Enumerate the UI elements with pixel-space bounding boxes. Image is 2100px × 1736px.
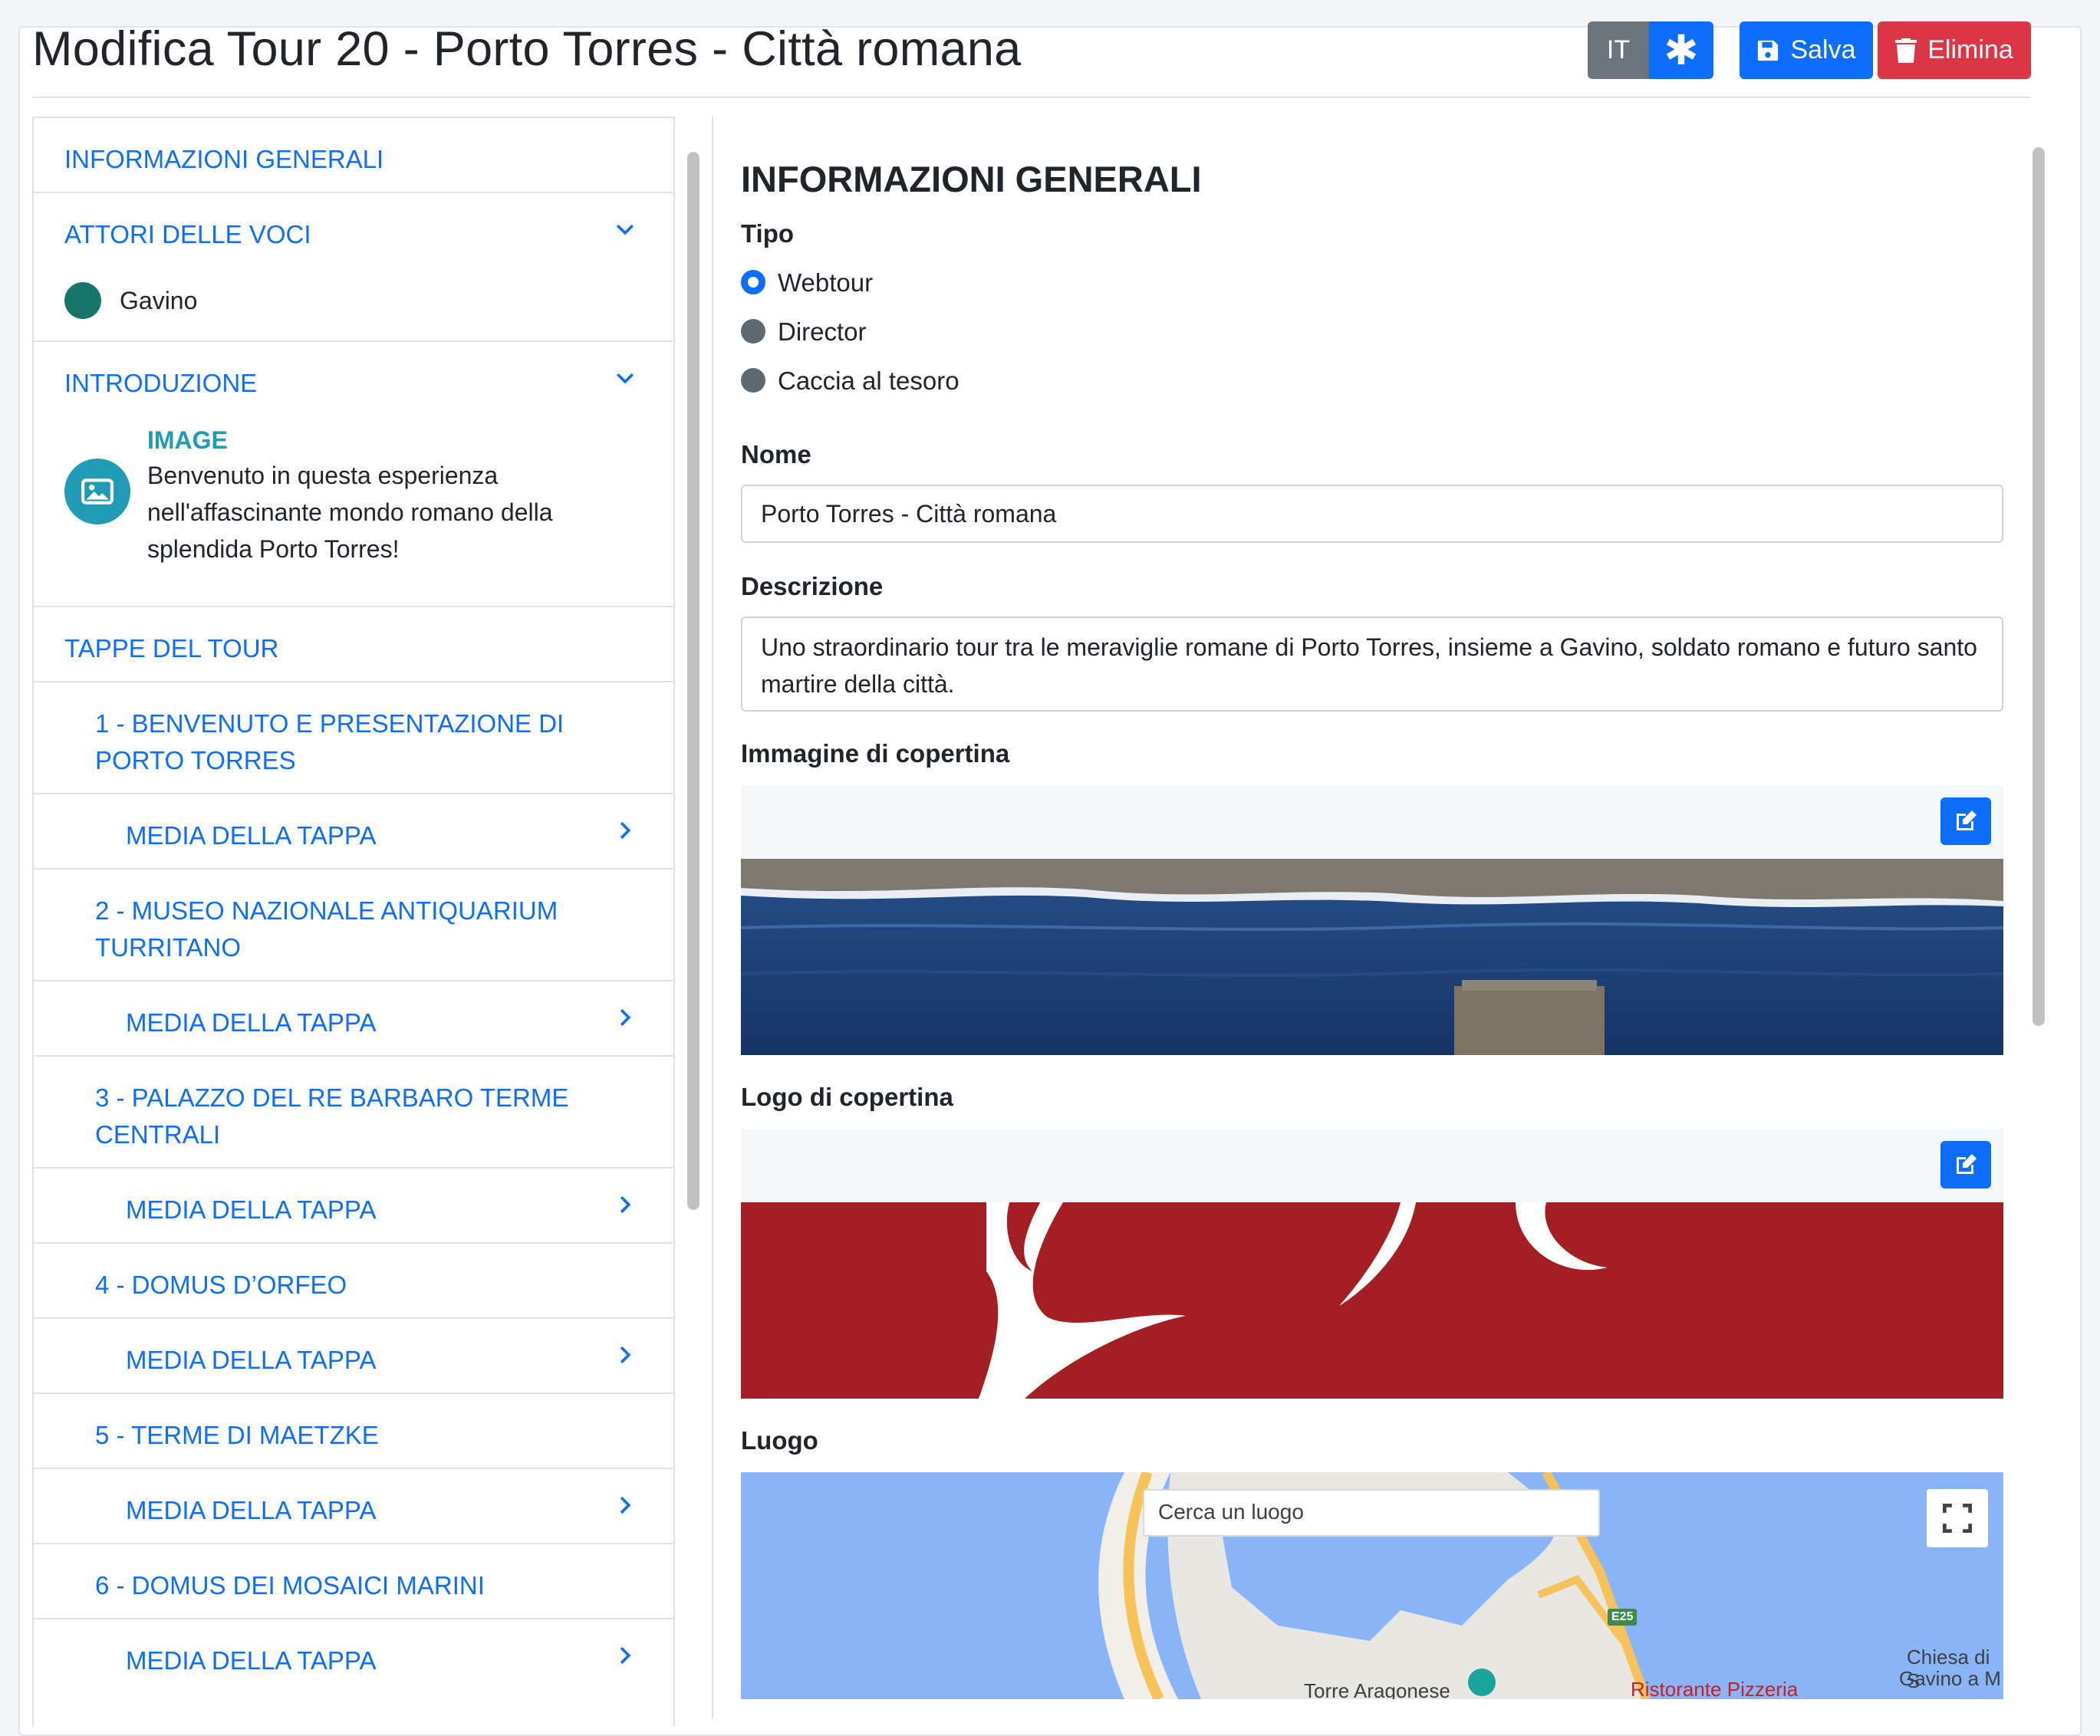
cover-image-photo [741, 859, 2003, 1055]
name-label: Nome [741, 440, 811, 469]
save-button[interactable]: Salva [1740, 21, 1873, 79]
nav-item-stage-2[interactable]: 2 - MUSEO NAZIONALE ANTIQUARIUM TURRITAN… [34, 870, 673, 981]
fullscreen-icon [1943, 1504, 1972, 1533]
nav-item-stage-5[interactable]: 5 - TERME DI MAETZKE [34, 1394, 673, 1469]
map-poi-label: Gavino a M [1899, 1667, 2001, 1690]
map-poi-label: Torre Aragonese [1304, 1679, 1450, 1699]
nav-item-stage-4[interactable]: 4 - DOMUS D’ORFEO [34, 1244, 673, 1319]
place-map[interactable]: Cerca un luogo E25 Torre Aragonese Risto… [741, 1472, 2003, 1699]
stage-media-label: MEDIA DELLA TAPPA [126, 1008, 377, 1037]
stage-media-label: MEDIA DELLA TAPPA [126, 821, 377, 850]
map-road-label: E25 [1611, 1610, 1634, 1623]
panel-divider [712, 117, 713, 1719]
stage-label: 5 - TERME DI MAETZKE [95, 1421, 379, 1449]
chevron-right-icon [620, 1496, 631, 1514]
page-title: Modifica Tour 20 - Porto Torres - Città … [32, 22, 1022, 76]
form-scrollbar[interactable] [2033, 147, 2045, 1026]
stage-label: 6 - DOMUS DEI MOSAICI MARINI [95, 1571, 485, 1600]
delete-button[interactable]: Elimina [1878, 21, 2031, 79]
type-option-label: Webtour [778, 268, 874, 297]
cover-logo-box [741, 1129, 2003, 1399]
intro-type-label: IMAGE [147, 426, 228, 454]
description-textarea[interactable]: Uno straordinario tour tra le meraviglie… [741, 616, 2003, 712]
nav-label: INFORMAZIONI GENERALI [64, 145, 384, 173]
edit-icon [1957, 1154, 1977, 1174]
type-radio-treasure-hunt[interactable] [741, 368, 765, 393]
chevron-right-icon [620, 1008, 631, 1027]
actor-name: Gavino [120, 287, 198, 314]
nav-scrollbar[interactable] [687, 152, 699, 1210]
header-divider [32, 97, 2031, 98]
edit-cover-image-button[interactable] [1940, 797, 1991, 845]
stage-label: 1 - BENVENUTO E PRESENTAZIONE DI PORTO T… [95, 709, 564, 774]
nav-item-stage-media[interactable]: MEDIA DELLA TAPPA [34, 1319, 673, 1394]
nav-item-stage-media[interactable]: MEDIA DELLA TAPPA [34, 1469, 673, 1544]
section-title: INFORMAZIONI GENERALI [741, 159, 1202, 199]
stage-label: 3 - PALAZZO DEL RE BARBARO TERME CENTRAL… [95, 1083, 569, 1149]
cover-image-box [741, 785, 2003, 1055]
nav-item-stage-media[interactable]: MEDIA DELLA TAPPA [34, 981, 673, 1057]
nav-item-stage-6[interactable]: 6 - DOMUS DEI MOSAICI MARINI [34, 1544, 673, 1619]
intro-text: Benvenuto in questa esperienza nell'affa… [147, 462, 553, 563]
stage-media-label: MEDIA DELLA TAPPA [126, 1346, 377, 1374]
nav-item-stage-media[interactable]: MEDIA DELLA TAPPA [34, 794, 673, 870]
stage-media-label: MEDIA DELLA TAPPA [126, 1195, 377, 1224]
nav-item-tour-stages[interactable]: TAPPE DEL TOUR [34, 607, 673, 682]
chevron-right-icon [620, 1646, 631, 1665]
stage-media-label: MEDIA DELLA TAPPA [126, 1496, 377, 1524]
nav-item-introduction[interactable]: INTRODUZIONE IMAGE Benvenuto in questa e… [34, 342, 673, 607]
chevron-right-icon [620, 1346, 631, 1364]
delete-label: Elimina [1927, 35, 2013, 64]
language-button[interactable]: IT [1588, 21, 1649, 79]
nav-label: INTRODUZIONE [64, 369, 258, 397]
stage-media-label: MEDIA DELLA TAPPA [126, 1646, 377, 1675]
edit-icon [1957, 810, 1977, 830]
nav-item-stage-3[interactable]: 3 - PALAZZO DEL RE BARBARO TERME CENTRAL… [34, 1057, 673, 1169]
place-label: Luogo [741, 1426, 818, 1455]
map-fullscreen-button[interactable] [1927, 1489, 1988, 1547]
nav-item-stage-media[interactable]: MEDIA DELLA TAPPA [34, 1169, 673, 1244]
nav-label: TAPPE DEL TOUR [64, 634, 279, 663]
nav-item-stage-1[interactable]: 1 - BENVENUTO E PRESENTAZIONE DI PORTO T… [34, 682, 673, 794]
nav-item-general-info[interactable]: INFORMAZIONI GENERALI [34, 118, 673, 193]
type-radio-webtour[interactable] [741, 270, 765, 294]
cover-image-label: Immagine di copertina [741, 739, 1010, 768]
all-languages-button[interactable]: ✱ [1649, 21, 1713, 79]
tour-sections-nav: INFORMAZIONI GENERALI ATTORI DELLE VOCI … [32, 117, 675, 1727]
map-poi-label: Ristorante Pizzeria [1631, 1678, 1799, 1699]
save-label: Salva [1790, 35, 1856, 64]
nav-item-voice-actors[interactable]: ATTORI DELLE VOCI Gavino [34, 193, 673, 342]
actor-color-dot [64, 282, 101, 319]
image-icon [64, 459, 130, 524]
asterisk-icon: ✱ [1664, 28, 1699, 74]
stage-label: 4 - DOMUS D’ORFEO [95, 1271, 347, 1299]
cover-logo-image [741, 1202, 2003, 1399]
type-option-label: Caccia al tesoro [778, 367, 959, 395]
description-label: Descrizione [741, 572, 884, 600]
chevron-right-icon [620, 821, 631, 840]
floppy-disk-icon [1758, 40, 1779, 61]
chevron-down-icon[interactable] [615, 219, 635, 239]
map-search-input[interactable]: Cerca un luogo [1143, 1489, 1600, 1537]
name-input[interactable]: Porto Torres - Città romana [741, 485, 2003, 543]
type-radio-director[interactable] [741, 319, 765, 344]
edit-cover-logo-button[interactable] [1940, 1141, 1991, 1189]
trash-icon [1895, 38, 1917, 63]
chevron-down-icon[interactable] [615, 368, 635, 388]
type-label: Tipo [741, 219, 795, 248]
chevron-right-icon [620, 1195, 631, 1214]
type-option-label: Director [778, 317, 867, 346]
language-label: IT [1606, 35, 1631, 64]
nav-item-stage-media[interactable]: MEDIA DELLA TAPPA [34, 1619, 673, 1695]
nav-label: ATTORI DELLE VOCI [64, 220, 311, 248]
cover-logo-label: Logo di copertina [741, 1083, 953, 1111]
stage-label: 2 - MUSEO NAZIONALE ANTIQUARIUM TURRITAN… [95, 896, 558, 962]
